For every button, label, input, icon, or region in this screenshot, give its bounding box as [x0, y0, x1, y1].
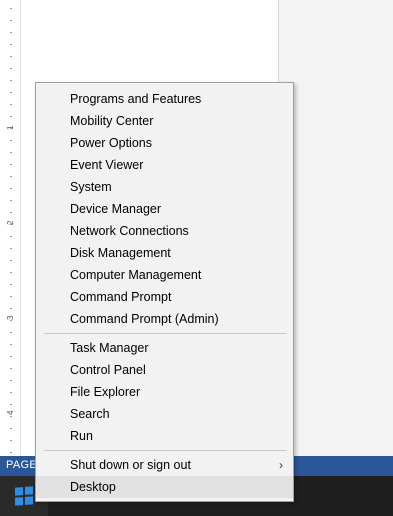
ruler-tick: [10, 116, 12, 117]
ruler-tick: [10, 92, 12, 93]
menu-separator: [44, 333, 287, 334]
page-indicator[interactable]: PAGE: [6, 459, 37, 471]
ruler-tick: [10, 404, 12, 405]
menu-item-label: Task Manager: [70, 341, 149, 355]
ruler-tick: [10, 200, 12, 201]
menu-item-control-panel[interactable]: Control Panel: [36, 359, 293, 381]
ruler-tick: [10, 248, 12, 249]
ruler-tick: [10, 68, 12, 69]
ruler-tick: [10, 380, 12, 381]
ruler-tick: [10, 416, 12, 417]
menu-item-label: Run: [70, 429, 93, 443]
menu-item-programs-and-features[interactable]: Programs and Features: [36, 88, 293, 110]
menu-item-shut-down-or-sign-out[interactable]: Shut down or sign out ›: [36, 454, 293, 476]
menu-item-event-viewer[interactable]: Event Viewer: [36, 154, 293, 176]
ruler-tick: [10, 368, 12, 369]
menu-item-label: Disk Management: [70, 246, 171, 260]
menu-item-label: Network Connections: [70, 224, 189, 238]
menu-item-label: File Explorer: [70, 385, 141, 399]
ruler-number: 3: [6, 315, 15, 320]
power-user-context-menu: Programs and Features Mobility Center Powe…: [35, 82, 294, 502]
menu-item-label: Desktop: [70, 480, 116, 494]
chevron-right-icon: ›: [279, 458, 283, 472]
menu-item-network-connections[interactable]: Network Connections: [36, 220, 293, 242]
menu-item-computer-management[interactable]: Computer Management: [36, 264, 293, 286]
menu-item-label: Event Viewer: [70, 158, 144, 172]
ruler-tick: [10, 332, 12, 333]
ruler-tick: [10, 308, 12, 309]
ruler-tick: [10, 8, 12, 9]
menu-item-command-prompt-admin[interactable]: Command Prompt (Admin): [36, 308, 293, 330]
menu-item-label: Device Manager: [70, 202, 162, 216]
ruler-tick: [10, 152, 12, 153]
ruler-tick: [10, 344, 12, 345]
ruler-tick: [10, 176, 12, 177]
ruler-tick: [10, 32, 12, 33]
menu-item-search[interactable]: Search: [36, 403, 293, 425]
ruler-tick: [10, 80, 12, 81]
vertical-ruler: 1 2 3 4: [0, 0, 21, 456]
menu-item-label: Command Prompt: [70, 290, 172, 304]
ruler-tick: [10, 212, 12, 213]
menu-item-system[interactable]: System: [36, 176, 293, 198]
ruler-tick: [10, 140, 12, 141]
menu-item-power-options[interactable]: Power Options: [36, 132, 293, 154]
menu-item-label: Search: [70, 407, 110, 421]
menu-item-device-manager[interactable]: Device Manager: [36, 198, 293, 220]
ruler-tick: [10, 188, 12, 189]
windows-logo-icon: [15, 486, 33, 506]
ruler-tick: [10, 452, 12, 453]
menu-separator: [44, 450, 287, 451]
ruler-tick: [10, 56, 12, 57]
menu-item-mobility-center[interactable]: Mobility Center: [36, 110, 293, 132]
ruler-number: 2: [6, 220, 15, 225]
ruler-tick: [10, 428, 12, 429]
menu-item-label: Shut down or sign out: [70, 458, 191, 472]
menu-item-disk-management[interactable]: Disk Management: [36, 242, 293, 264]
menu-item-file-explorer[interactable]: File Explorer: [36, 381, 293, 403]
ruler-tick: [10, 20, 12, 21]
ruler-number: 1: [6, 125, 15, 130]
ruler-tick: [10, 320, 12, 321]
ruler-tick: [10, 44, 12, 45]
ruler-tick: [10, 272, 12, 273]
menu-item-label: Computer Management: [70, 268, 202, 282]
ruler-tick: [10, 392, 12, 393]
menu-item-command-prompt[interactable]: Command Prompt: [36, 286, 293, 308]
menu-item-task-manager[interactable]: Task Manager: [36, 337, 293, 359]
menu-item-label: Control Panel: [70, 363, 146, 377]
menu-item-label: Command Prompt (Admin): [70, 312, 219, 326]
ruler-tick: [10, 356, 12, 357]
menu-item-run[interactable]: Run: [36, 425, 293, 447]
ruler-tick: [10, 164, 12, 165]
ruler-tick: [10, 440, 12, 441]
menu-item-label: Mobility Center: [70, 114, 154, 128]
ruler-number: 4: [6, 410, 15, 415]
menu-item-desktop[interactable]: Desktop: [36, 476, 293, 498]
ruler-tick: [10, 284, 12, 285]
ruler-tick: [10, 104, 12, 105]
menu-item-label: Power Options: [70, 136, 152, 150]
ruler-tick: [10, 236, 12, 237]
ruler-tick: [10, 296, 12, 297]
menu-item-label: Programs and Features: [70, 92, 202, 106]
ruler-tick: [10, 260, 12, 261]
menu-item-label: System: [70, 180, 112, 194]
